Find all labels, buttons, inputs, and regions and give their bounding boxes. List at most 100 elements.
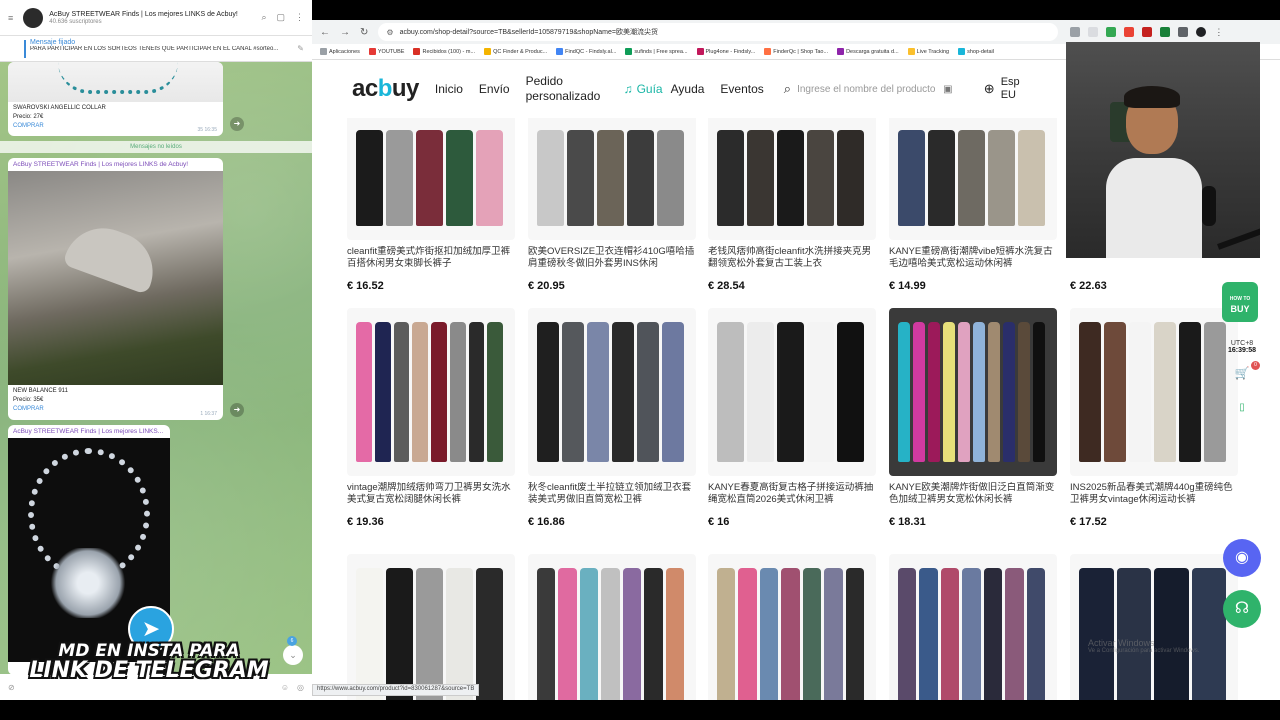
product-card[interactable]: [528, 554, 696, 700]
product-title[interactable]: cleanfit重磅美式炸街抠扣加绒加厚卫裤百搭休闲男女束脚长裤子: [347, 246, 515, 272]
forward-nav-icon[interactable]: →: [340, 27, 350, 38]
product-image[interactable]: [889, 554, 1057, 700]
product-photo[interactable]: [8, 171, 223, 385]
product-card[interactable]: KANYE春夏高街复古格子拼接运动裤抽绳宽松直筒2026美式休闲卫裤 € 16: [708, 308, 876, 528]
product-image[interactable]: [1070, 554, 1238, 700]
product-card[interactable]: KANYE欧美潮牌炸街做旧泛白直筒渐变色加绒卫裤男女宽松休闲长裤 € 18.31: [889, 308, 1057, 528]
product-image[interactable]: [708, 308, 876, 476]
star-icon[interactable]: [1088, 27, 1099, 37]
reload-icon[interactable]: ↻: [360, 27, 368, 38]
product-image[interactable]: [528, 308, 696, 476]
pin-icon[interactable]: ✎: [297, 44, 304, 53]
bookmark-item[interactable]: Live Tracking: [907, 48, 949, 55]
emoji-icon[interactable]: ☺: [281, 683, 289, 692]
message-card[interactable]: AcBuy STREETWEAR Finds | Los mejores LIN…: [8, 158, 223, 420]
message-meta: 35 16:35: [197, 127, 217, 133]
product-image[interactable]: [708, 554, 876, 700]
product-image[interactable]: [347, 308, 515, 476]
product-photo[interactable]: [8, 62, 223, 102]
message-sender[interactable]: AcBuy STREETWEAR Finds | Los mejores LIN…: [8, 425, 170, 438]
pinned-message[interactable]: Mensaje fijado PARA PARTICIPAR EN LOS SO…: [0, 36, 312, 62]
bookmark-item[interactable]: sufinds | Free sprea...: [625, 48, 688, 55]
extension-icon[interactable]: [1124, 27, 1135, 37]
forward-icon[interactable]: ➜: [230, 117, 244, 131]
bookmark-item[interactable]: FindQC - Findsly.al...: [556, 48, 616, 55]
forward-icon[interactable]: ➜: [230, 403, 244, 417]
garment-swatch: [386, 568, 413, 700]
nav-envio[interactable]: Envío: [479, 82, 510, 96]
product-title[interactable]: KANYE重磅高街潮牌vibe短裤水洗复古毛边嘻哈美式宽松运动休闲裤: [889, 246, 1057, 272]
nav-inicio[interactable]: Inicio: [435, 82, 463, 96]
message-buy-link[interactable]: COMPRAR: [8, 122, 223, 131]
product-card[interactable]: [1070, 554, 1238, 700]
garment-swatch: [837, 130, 864, 226]
mute-icon[interactable]: ◎: [297, 683, 304, 692]
product-title[interactable]: vintage潮牌加绒痞帅弯刀卫裤男女洗水美式复古宽松阔腿休闲长裤: [347, 482, 515, 508]
product-card[interactable]: INS2025新品春美式潮牌440g重磅纯色卫裤男女vintage休闲运动长裤 €…: [1070, 308, 1238, 528]
nav-eventos[interactable]: Eventos: [720, 82, 763, 96]
extension-icon[interactable]: [1106, 27, 1117, 37]
extension-icon[interactable]: [1160, 27, 1171, 37]
garment-swatch: [597, 130, 624, 226]
bookmark-item[interactable]: shop-detail: [958, 48, 994, 55]
screen: ≡ AcBuy STREETWEAR Finds | Los mejores L…: [0, 0, 1280, 720]
search-icon[interactable]: ⌕: [261, 12, 266, 23]
nav-guia[interactable]: ♫ Guía: [624, 82, 663, 96]
nav-pedido-personalizado[interactable]: Pedido personalizado: [526, 74, 610, 104]
garment-swatch: [601, 568, 620, 700]
attach-icon[interactable]: ⊘: [8, 683, 15, 692]
search-input[interactable]: ⌕ Ingrese el nombre del producto o ▣: [784, 76, 968, 102]
product-card[interactable]: [889, 554, 1057, 700]
profile-icon[interactable]: [1196, 27, 1207, 37]
menu-icon[interactable]: ≡: [8, 13, 13, 23]
bookmark-item[interactable]: Descarga gratuita d...: [837, 48, 899, 55]
site-info-icon[interactable]: ⚙: [386, 28, 393, 37]
logo-part: b: [377, 75, 393, 102]
product-title[interactable]: 欧美OVERSIZE卫衣连帽衫410G嘻哈插肩重磅秋冬做旧外套男INS休闲: [528, 246, 696, 272]
product-image[interactable]: [1070, 308, 1238, 476]
how-to-buy-button[interactable]: HOW TO BUY: [1222, 282, 1258, 322]
bookmark-item[interactable]: Plug4one - Findsly...: [696, 48, 755, 55]
search-icon[interactable]: ⌕: [784, 81, 791, 97]
translate-icon[interactable]: [1070, 27, 1081, 37]
message-card[interactable]: SWAROVSKI ANGELLIC COLLAR Precio: 27€ CO…: [8, 62, 223, 136]
extension-icon[interactable]: [1142, 27, 1153, 37]
product-card[interactable]: [708, 554, 876, 700]
channel-title[interactable]: AcBuy STREETWEAR Finds | Los mejores LIN…: [49, 10, 249, 19]
back-icon[interactable]: ←: [320, 27, 330, 38]
discord-icon[interactable]: ◉: [1223, 539, 1261, 577]
garment-swatch: [898, 568, 917, 700]
product-image[interactable]: [889, 308, 1057, 476]
product-title[interactable]: KANYE春夏高街复古格子拼接运动裤抽绳宽松直筒2026美式休闲卫裤: [708, 482, 876, 508]
chat-icon[interactable]: ▢: [276, 12, 285, 23]
bookmark-item[interactable]: YOUTUBE: [368, 48, 404, 55]
more-icon[interactable]: ⋮: [295, 12, 304, 23]
bookmark-item[interactable]: QC Finder & Produc...: [484, 48, 547, 55]
image-search-icon[interactable]: ▣: [943, 84, 952, 95]
channel-avatar[interactable]: [23, 7, 44, 28]
cart-icon[interactable]: 🛒 0: [1222, 361, 1262, 380]
message-sender[interactable]: AcBuy STREETWEAR Finds | Los mejores LIN…: [8, 158, 223, 171]
scroll-down-icon[interactable]: ⌄: [283, 645, 303, 665]
product-image[interactable]: [347, 554, 515, 700]
support-headset-icon[interactable]: ☊: [1223, 590, 1261, 628]
mini-app-icon[interactable]: ▯: [1222, 402, 1262, 413]
address-bar[interactable]: ⚙ acbuy.com/shop-detail?source=TB&seller…: [378, 23, 1059, 41]
nav-ayuda[interactable]: Ayuda: [671, 82, 705, 96]
product-card[interactable]: vintage潮牌加绒痞帅弯刀卫裤男女洗水美式复古宽松阔腿休闲长裤 € 19.36: [347, 308, 515, 528]
puzzle-icon[interactable]: [1178, 27, 1189, 37]
product-title[interactable]: 秋冬cleanfit废土半拉链立领加绒卫衣套装美式男做旧直筒宽松卫裤: [528, 482, 696, 508]
product-title[interactable]: INS2025新品春美式潮牌440g重磅纯色卫裤男女vintage休闲运动长裤: [1070, 482, 1238, 508]
product-title[interactable]: 老钱风痞帅高街cleanfit水洗拼接夹克男翻领宽松外套复古工装上衣: [708, 246, 876, 272]
message-buy-link[interactable]: COMPRAR: [8, 405, 223, 414]
bookmark-item[interactable]: Aplicaciones: [320, 48, 360, 55]
product-title[interactable]: KANYE欧美潮牌炸街做旧泛白直筒渐变色加绒卫裤男女宽松休闲长裤: [889, 482, 1057, 508]
more-icon[interactable]: ⋮: [1214, 27, 1223, 37]
language-selector[interactable]: ⊕ Esp EU: [984, 76, 1021, 102]
product-card[interactable]: [347, 554, 515, 700]
bookmark-item[interactable]: Recibidos (100) - m...: [413, 48, 475, 55]
product-image[interactable]: [528, 554, 696, 700]
product-card[interactable]: 秋冬cleanfit废土半拉链立领加绒卫衣套装美式男做旧直筒宽松卫裤 € 16.8…: [528, 308, 696, 528]
acbuy-logo[interactable]: acbuy: [352, 75, 419, 103]
bookmark-item[interactable]: FinderQc | Shop Tao...: [764, 48, 828, 55]
